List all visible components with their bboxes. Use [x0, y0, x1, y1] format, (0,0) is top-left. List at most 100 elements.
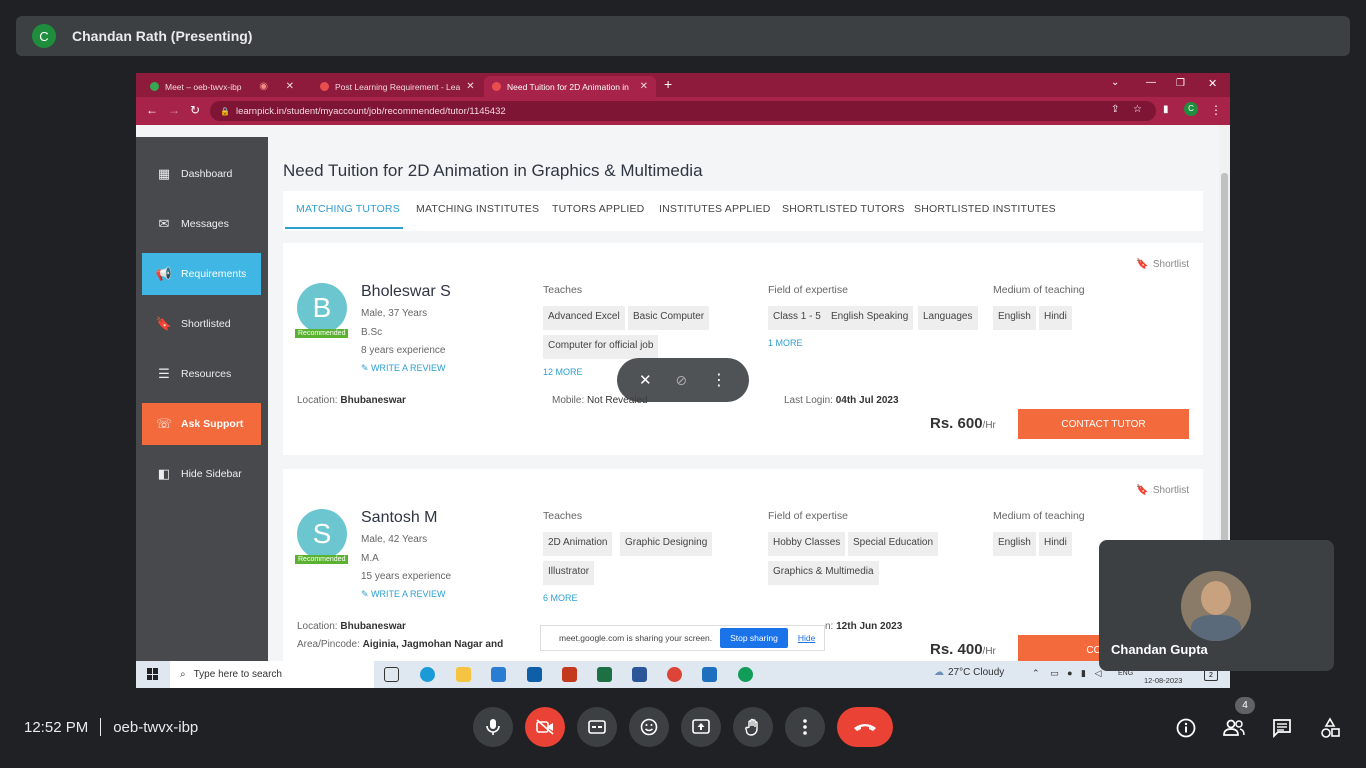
powerpoint-icon[interactable]: [562, 667, 577, 682]
browser-tab-meet[interactable]: Meet – oeb-twvx-ibp ◉ ✕: [142, 76, 302, 97]
more-menu-icon[interactable]: ⋮: [1210, 104, 1222, 116]
shortlist-button[interactable]: 🔖 Shortlist: [1136, 259, 1189, 270]
browser-tab-post-requirement[interactable]: Post Learning Requirement - Lea ✕: [312, 76, 482, 97]
outlook-icon[interactable]: [527, 667, 542, 682]
people-button[interactable]: [1222, 716, 1246, 740]
divider: [100, 718, 102, 736]
subject-chip: Computer for official job: [543, 335, 659, 359]
raise-hand-button[interactable]: [733, 707, 773, 747]
chrome-icon[interactable]: [667, 667, 682, 682]
leave-call-button[interactable]: [837, 707, 893, 747]
weather-widget[interactable]: ☁ 27°C Cloudy: [934, 667, 1004, 678]
field-chip: Languages: [918, 306, 978, 330]
language-indicator[interactable]: ENG: [1118, 670, 1133, 677]
field-heading: Field of expertise: [768, 284, 848, 296]
app-icon[interactable]: [702, 667, 717, 682]
forward-icon[interactable]: →: [168, 104, 180, 116]
teaches-more-link[interactable]: 6 MORE: [543, 593, 578, 603]
search-icon: ⌕: [180, 669, 186, 680]
tab-shortlisted-institutes[interactable]: SHORTLISTED INSTITUTES: [914, 203, 1056, 215]
windows-start-icon[interactable]: [147, 668, 159, 680]
more-options-icon[interactable]: ⋮: [711, 370, 727, 390]
tab-tutors-applied[interactable]: TUTORS APPLIED: [552, 203, 644, 215]
url-bar[interactable]: 🔒 learnpick.in/student/myaccount/job/rec…: [210, 101, 1156, 121]
volume-off-icon[interactable]: ⊘: [675, 372, 687, 389]
task-view-icon[interactable]: [384, 667, 399, 682]
subject-chip: 2D Animation: [543, 532, 613, 556]
emoji-button[interactable]: [629, 707, 669, 747]
grid-icon: ▦: [157, 166, 171, 181]
close-icon[interactable]: ✕: [460, 81, 474, 92]
side-panel-icon[interactable]: ▮: [1163, 104, 1169, 116]
stop-sharing-button[interactable]: Stop sharing: [720, 628, 788, 648]
meeting-details-button[interactable]: [1174, 716, 1198, 740]
taskbar-date[interactable]: 12-08-2023: [1144, 676, 1182, 685]
restore-icon[interactable]: ❐: [1176, 78, 1185, 90]
file-explorer-icon[interactable]: [456, 667, 471, 682]
bookmark-icon: 🔖: [1136, 259, 1149, 270]
tutor-name[interactable]: Bholeswar S: [361, 283, 451, 301]
emoji-icon: [640, 718, 658, 736]
price-value: Rs. 600: [930, 415, 983, 432]
teaches-more-link[interactable]: 12 MORE: [543, 367, 583, 377]
new-tab-icon[interactable]: +: [664, 77, 672, 91]
share-icon[interactable]: ⇪: [1111, 104, 1119, 116]
tutor-name[interactable]: Santosh M: [361, 509, 437, 527]
sidebar-item-resources[interactable]: ☰ Resources: [142, 353, 261, 395]
back-icon[interactable]: ←: [146, 104, 158, 116]
word-icon[interactable]: [632, 667, 647, 682]
microphone-button[interactable]: [473, 707, 513, 747]
mail-app-icon[interactable]: [491, 667, 506, 682]
info-icon: [1176, 718, 1196, 738]
sidebar-item-messages[interactable]: ✉ Messages: [142, 203, 261, 245]
sidebar-item-dashboard[interactable]: ▦ Dashboard: [142, 153, 261, 195]
profile-avatar-icon[interactable]: C: [1184, 102, 1198, 116]
reload-icon[interactable]: ↻: [190, 104, 200, 116]
contact-tutor-button[interactable]: CONTACT TUTOR: [1018, 409, 1189, 439]
captions-button[interactable]: [577, 707, 617, 747]
medium-heading: Medium of teaching: [993, 510, 1085, 522]
more-options-button[interactable]: [785, 707, 825, 747]
active-tab-indicator: [285, 227, 403, 229]
tab-institutes-applied[interactable]: INSTITUTES APPLIED: [659, 203, 771, 215]
window-close-icon[interactable]: ✕: [1208, 78, 1217, 90]
participant-tile[interactable]: Chandan Gupta: [1099, 540, 1334, 671]
tab-shortlisted-tutors[interactable]: SHORTLISTED TUTORS: [782, 203, 905, 215]
chat-button[interactable]: [1270, 716, 1294, 740]
monitor-icon: ▭: [1050, 668, 1059, 678]
pin-off-icon[interactable]: ✕: [639, 371, 652, 389]
chat-icon: [1273, 719, 1291, 738]
sidebar-item-hide-sidebar[interactable]: ◧ Hide Sidebar: [142, 453, 261, 495]
chrome-profile-icon[interactable]: [738, 667, 753, 682]
activities-button[interactable]: [1318, 716, 1342, 740]
browser-tab-need-tuition[interactable]: Need Tuition for 2D Animation in ✕: [484, 76, 656, 97]
minimize-icon[interactable]: —: [1146, 77, 1156, 89]
field-more-link[interactable]: 1 MORE: [768, 338, 803, 348]
tab-title: Need Tuition for 2D Animation in: [507, 81, 629, 92]
taskbar-search[interactable]: ⌕ Type here to search: [170, 661, 374, 688]
star-icon[interactable]: ☆: [1133, 104, 1142, 116]
price-unit: /Hr: [982, 646, 996, 657]
camera-off-button[interactable]: [525, 707, 565, 747]
shortlist-button[interactable]: 🔖 Shortlist: [1136, 485, 1189, 496]
present-screen-button[interactable]: [681, 707, 721, 747]
tutor-experience: 8 years experience: [361, 345, 446, 356]
write-review-link[interactable]: ✎ WRITE A REVIEW: [361, 589, 446, 600]
sidebar-item-requirements[interactable]: 📢 Requirements: [142, 253, 261, 295]
excel-icon[interactable]: [597, 667, 612, 682]
scroll-thumb[interactable]: [1221, 173, 1228, 583]
close-icon[interactable]: ✕: [634, 81, 648, 92]
close-icon[interactable]: ✕: [280, 81, 294, 92]
sidebar-item-ask-support[interactable]: ☏ Ask Support: [142, 403, 261, 445]
tab-search-icon[interactable]: ⌄: [1111, 77, 1119, 89]
last-login-row: Last Login: 04th Jul 2023: [784, 395, 899, 406]
tab-matching-tutors[interactable]: MATCHING TUTORS: [296, 203, 400, 215]
sidebar-item-shortlisted[interactable]: 🔖 Shortlisted: [142, 303, 261, 345]
bookmark-icon: 🔖: [155, 316, 173, 331]
tab-matching-institutes[interactable]: MATCHING INSTITUTES: [416, 203, 539, 215]
edge-icon[interactable]: [420, 667, 435, 682]
write-review-link[interactable]: ✎ WRITE A REVIEW: [361, 363, 446, 374]
tray-icons[interactable]: ⌃ ▭ ● ▮ ◁: [1032, 668, 1101, 679]
hide-link[interactable]: Hide: [798, 633, 815, 643]
last-login-label: Last Login:: [784, 395, 833, 406]
